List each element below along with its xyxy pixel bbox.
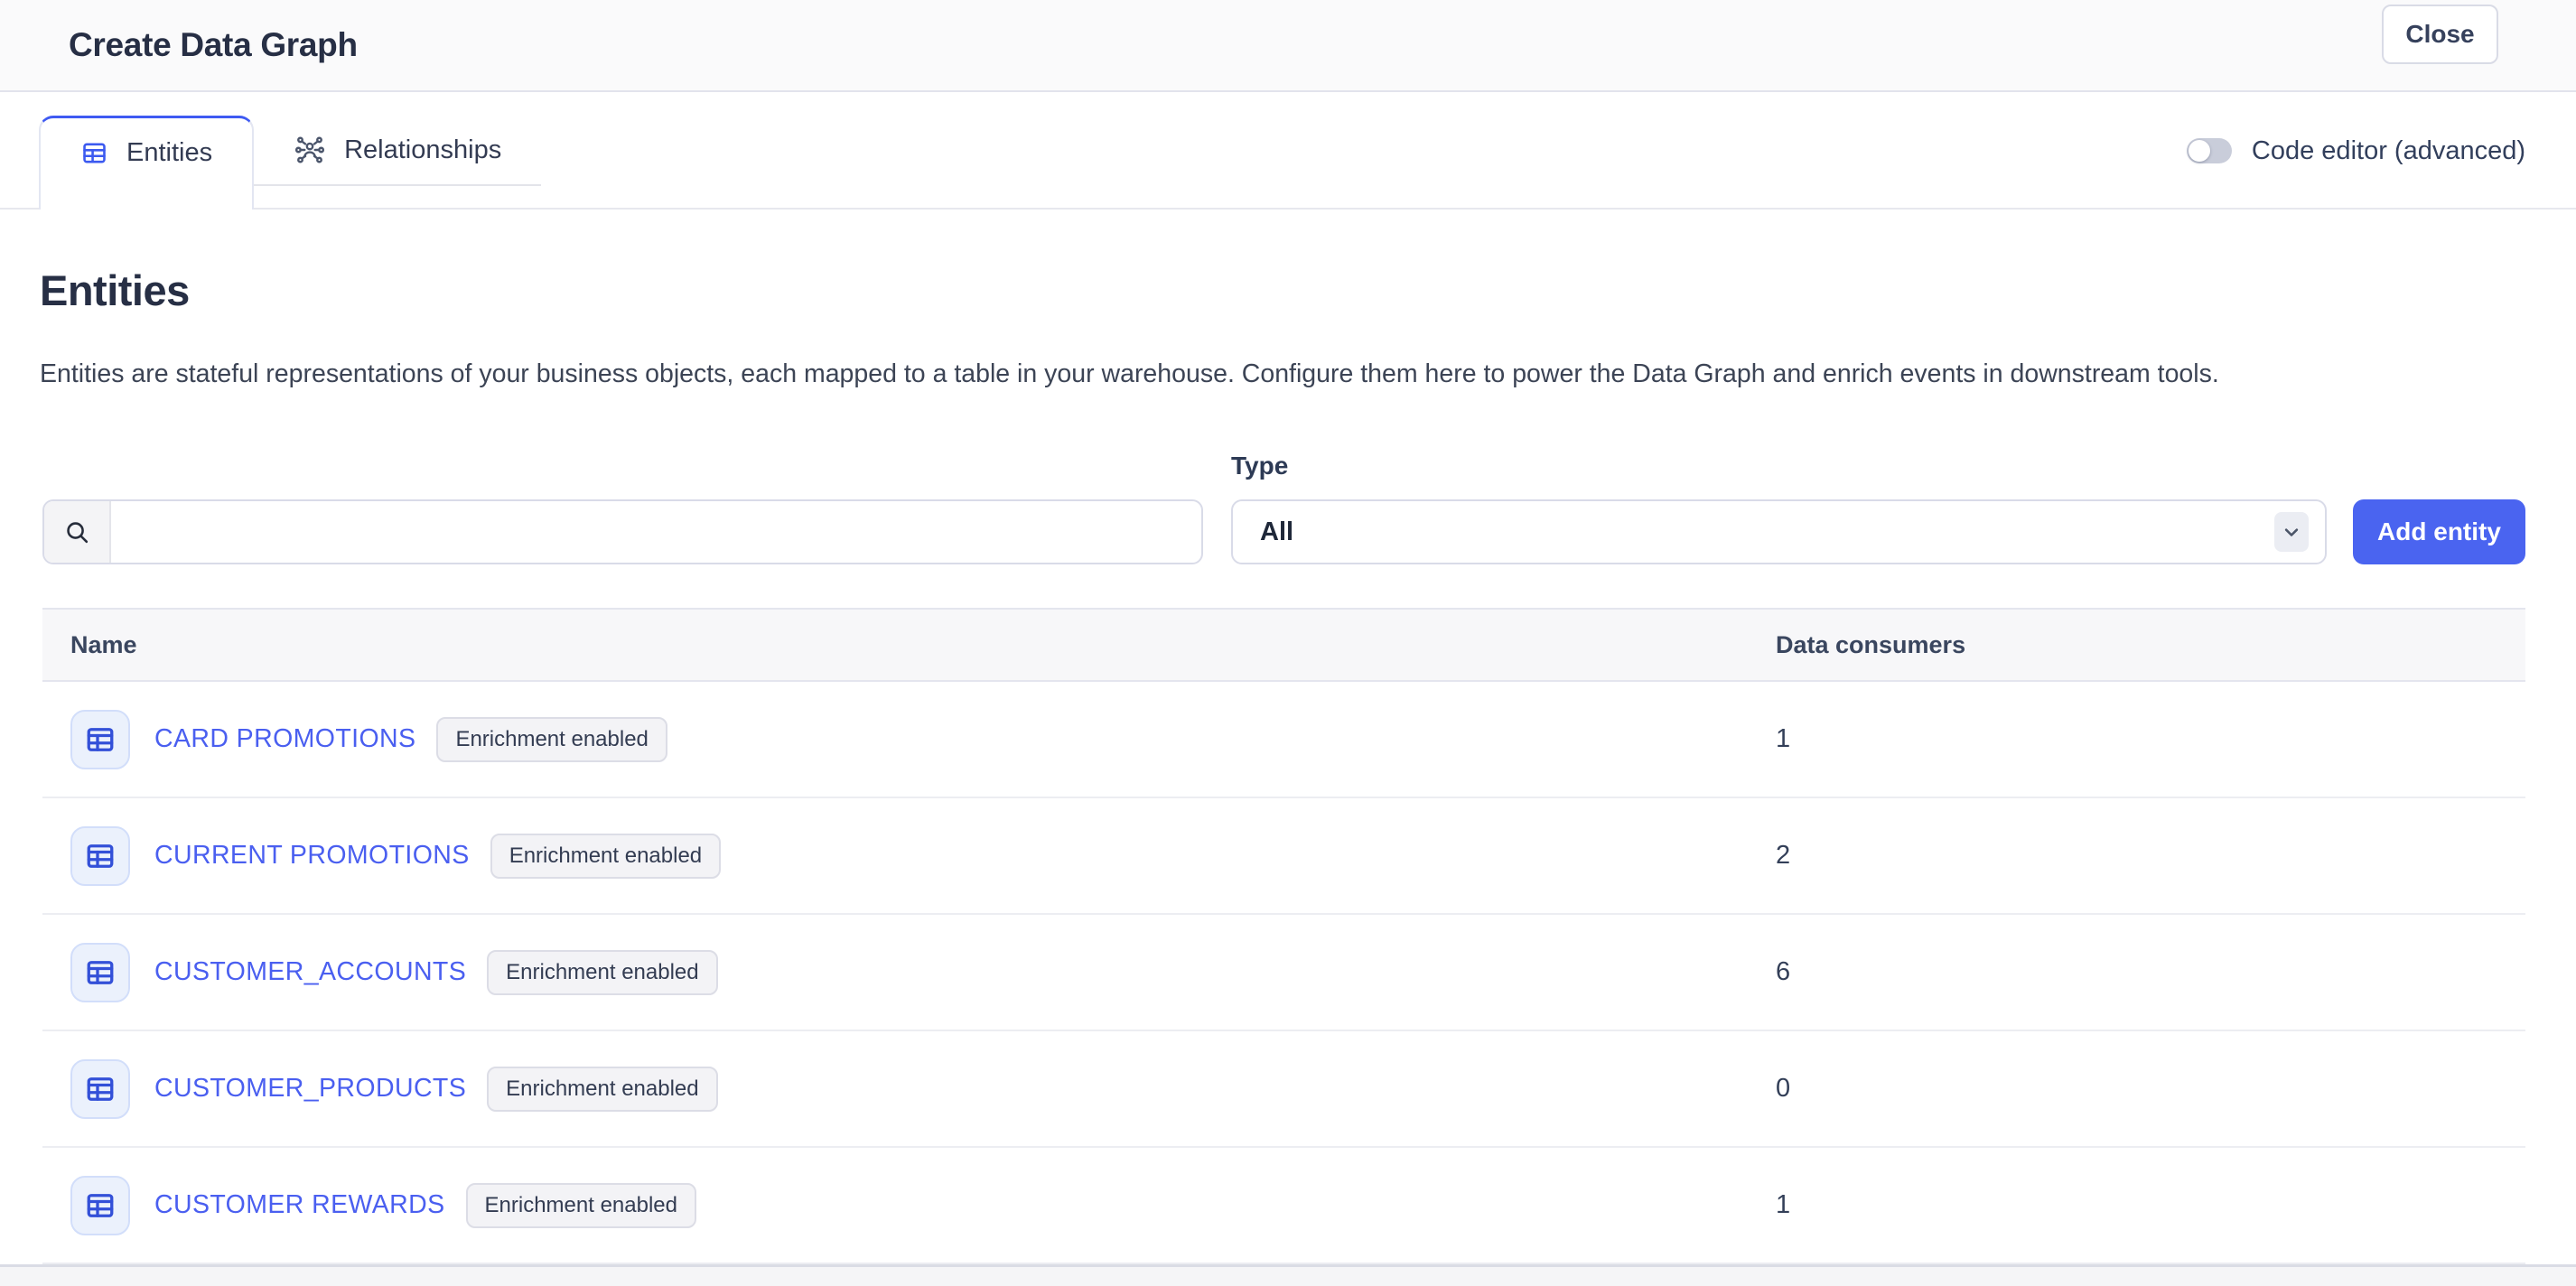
data-consumers-count: 1 bbox=[1733, 681, 2525, 797]
bottom-divider-band bbox=[0, 1264, 2576, 1286]
entity-table-icon bbox=[70, 943, 130, 1002]
add-entity-button[interactable]: Add entity bbox=[2353, 499, 2525, 564]
data-consumers-count: 6 bbox=[1733, 914, 2525, 1030]
type-select-value: All bbox=[1260, 517, 2274, 547]
table-row: CUSTOMER_PRODUCTS Enrichment enabled 0 bbox=[42, 1030, 2525, 1147]
code-editor-toggle-group: Code editor (advanced) bbox=[2187, 92, 2525, 210]
search-input[interactable] bbox=[111, 501, 1201, 563]
column-header-name: Name bbox=[42, 609, 1733, 681]
entity-table-icon bbox=[70, 710, 130, 769]
tab-relationships[interactable]: Relationships bbox=[254, 116, 541, 186]
entity-table-icon bbox=[70, 826, 130, 886]
table-grid-icon bbox=[80, 139, 108, 167]
table-header-row: Name Data consumers bbox=[42, 609, 2525, 681]
type-select[interactable]: All bbox=[1231, 499, 2327, 564]
data-consumers-count: 1 bbox=[1733, 1147, 2525, 1263]
tab-list: Entities bbox=[39, 116, 541, 210]
code-editor-toggle[interactable] bbox=[2187, 138, 2232, 163]
enrichment-badge: Enrichment enabled bbox=[487, 1067, 717, 1112]
entities-table: Name Data consumers CARD PROMOTIONS Enri… bbox=[42, 608, 2525, 1264]
section-description: Entities are stateful representations of… bbox=[40, 356, 2533, 393]
table-row: CUSTOMER REWARDS Enrichment enabled 1 bbox=[42, 1147, 2525, 1263]
table-row: CURRENT PROMOTIONS Enrichment enabled 2 bbox=[42, 797, 2525, 914]
entity-table-icon bbox=[70, 1176, 130, 1235]
enrichment-badge: Enrichment enabled bbox=[490, 834, 721, 879]
search-field bbox=[42, 499, 1203, 564]
close-button[interactable]: Close bbox=[2382, 5, 2498, 64]
section-title: Entities bbox=[40, 266, 190, 315]
table-row: CARD PROMOTIONS Enrichment enabled 1 bbox=[42, 681, 2525, 797]
column-header-data-consumers: Data consumers bbox=[1733, 609, 2525, 681]
entity-link[interactable]: CARD PROMOTIONS bbox=[154, 724, 415, 754]
entity-link[interactable]: CURRENT PROMOTIONS bbox=[154, 841, 470, 871]
code-editor-toggle-label: Code editor (advanced) bbox=[2252, 136, 2525, 166]
table-row: CUSTOMER_ACCOUNTS Enrichment enabled 6 bbox=[42, 914, 2525, 1030]
page-title: Create Data Graph bbox=[69, 26, 358, 64]
type-filter-label: Type bbox=[1231, 452, 1288, 480]
enrichment-badge: Enrichment enabled bbox=[466, 1183, 696, 1228]
modal-header: Create Data Graph Close bbox=[0, 0, 2576, 92]
entity-link[interactable]: CUSTOMER REWARDS bbox=[154, 1190, 445, 1220]
graph-network-icon bbox=[294, 134, 326, 166]
entity-link[interactable]: CUSTOMER_ACCOUNTS bbox=[154, 957, 466, 987]
tab-relationships-label: Relationships bbox=[344, 135, 501, 165]
entity-link[interactable]: CUSTOMER_PRODUCTS bbox=[154, 1074, 466, 1104]
toggle-knob bbox=[2189, 140, 2210, 162]
tab-bar: Entities bbox=[0, 92, 2576, 210]
data-consumers-count: 0 bbox=[1733, 1030, 2525, 1147]
enrichment-badge: Enrichment enabled bbox=[436, 717, 667, 762]
enrichment-badge: Enrichment enabled bbox=[487, 950, 717, 995]
search-icon bbox=[44, 501, 111, 563]
tab-entities[interactable]: Entities bbox=[39, 116, 254, 210]
entities-panel: Entities Entities are stateful represent… bbox=[0, 210, 2576, 1286]
data-consumers-count: 2 bbox=[1733, 797, 2525, 914]
entity-table-icon bbox=[70, 1059, 130, 1119]
tab-entities-label: Entities bbox=[126, 138, 212, 168]
chevron-down-icon bbox=[2274, 512, 2309, 552]
